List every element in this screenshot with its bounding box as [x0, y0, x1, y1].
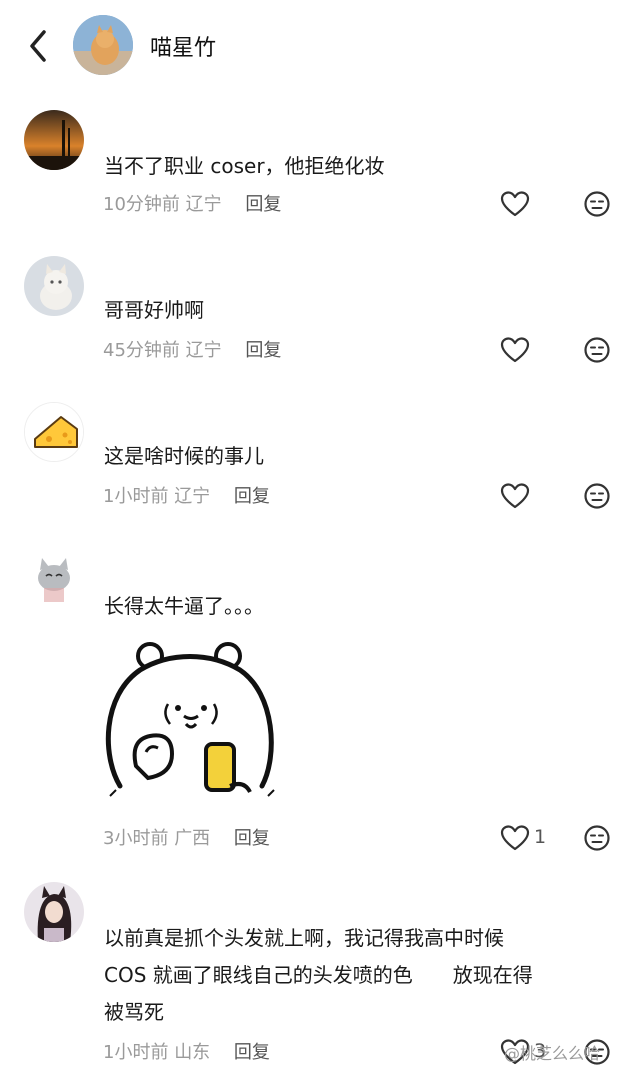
- meh-face-icon[interactable]: [583, 190, 611, 218]
- bear-sticker-image[interactable]: [100, 636, 282, 814]
- heart-icon[interactable]: [500, 482, 530, 510]
- comment-text: 长得太牛逼了。。。: [104, 594, 264, 618]
- comment-location: 辽宁: [185, 194, 222, 215]
- reply-button[interactable]: 回复: [234, 828, 270, 849]
- reply-button[interactable]: 回复: [234, 1042, 270, 1063]
- comment-location: 辽宁: [185, 340, 222, 361]
- comment-time: 10分钟前: [103, 194, 180, 215]
- commenter-avatar[interactable]: [24, 882, 84, 942]
- heart-icon[interactable]: [500, 336, 530, 364]
- comment-text: 当不了职业 coser，他拒绝化妆: [104, 154, 385, 178]
- meh-face-icon[interactable]: [583, 336, 611, 364]
- heart-icon[interactable]: [500, 190, 530, 218]
- comment-meta: 10分钟前 辽宁 回复: [103, 190, 281, 216]
- top-bar: 喵星竹: [0, 0, 634, 92]
- commenter-avatar[interactable]: [24, 548, 84, 608]
- reply-button[interactable]: 回复: [245, 194, 281, 215]
- comment-text: 以前真是抓个头发就上啊，我记得我高中时候 COS 就画了眼线自己的头发喷的色 放…: [104, 920, 614, 1031]
- comment-text: 这是啥时候的事儿: [104, 444, 264, 468]
- reply-button[interactable]: 回复: [234, 486, 270, 507]
- reply-button[interactable]: 回复: [245, 340, 281, 361]
- watermark: @桃芝么么哈: [504, 1044, 601, 1063]
- profile-avatar[interactable]: [73, 15, 133, 75]
- like-count: 1: [534, 826, 547, 848]
- heart-icon[interactable]: [500, 824, 530, 852]
- comment-meta: 3小时前 广西 回复: [103, 824, 270, 850]
- comment-meta: 45分钟前 辽宁 回复: [103, 336, 281, 362]
- comment-text-line: 被骂死: [104, 1000, 164, 1024]
- meh-face-icon[interactable]: [583, 824, 611, 852]
- comment-time: 45分钟前: [103, 340, 180, 361]
- comment-time: 3小时前: [103, 828, 169, 849]
- chevron-left-icon[interactable]: [22, 26, 56, 66]
- comment-meta: 1小时前 山东 回复: [103, 1038, 270, 1064]
- commenter-avatar[interactable]: [24, 256, 84, 316]
- comment-location: 辽宁: [174, 486, 211, 507]
- meh-face-icon[interactable]: [583, 482, 611, 510]
- comment-text-line: COS 就画了眼线自己的头发喷的色 放现在得: [104, 963, 533, 987]
- comment-text: 哥哥好帅啊: [104, 298, 204, 322]
- comment-time: 1小时前: [103, 486, 169, 507]
- comment-meta: 1小时前 辽宁 回复: [103, 482, 270, 508]
- comment-location: 广西: [174, 828, 211, 849]
- comment-text-line: 以前真是抓个头发就上啊，我记得我高中时候: [104, 926, 504, 950]
- commenter-avatar[interactable]: [24, 110, 84, 170]
- profile-name[interactable]: 喵星竹: [150, 30, 216, 62]
- commenter-avatar[interactable]: [24, 402, 84, 462]
- comment-location: 山东: [174, 1042, 211, 1063]
- comment-time: 1小时前: [103, 1042, 169, 1063]
